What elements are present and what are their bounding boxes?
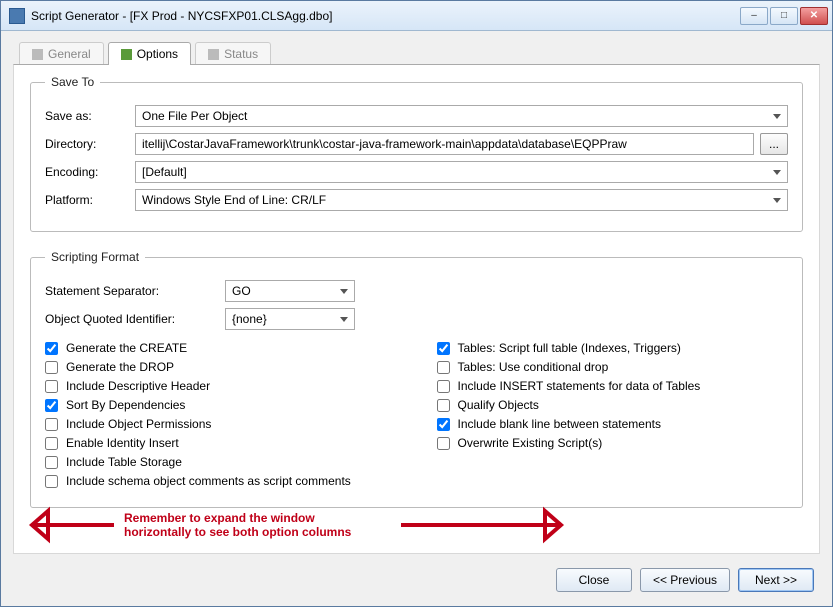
platform-combo[interactable]: Windows Style End of Line: CR/LF — [135, 189, 788, 211]
close-button[interactable]: Close — [556, 568, 632, 592]
chk-include-table-storage[interactable]: Include Table Storage — [45, 455, 397, 469]
chk-sort-by-deps-box[interactable] — [45, 399, 58, 412]
annotation-overlay: Remember to expand the window horizontal… — [14, 501, 819, 549]
chevron-down-icon — [773, 198, 781, 203]
chk-generate-create-box[interactable] — [45, 342, 58, 355]
window-title: Script Generator - [FX Prod - NYCSFXP01.… — [31, 9, 740, 23]
stmt-sep-label: Statement Separator: — [45, 284, 225, 298]
chk-tables-full[interactable]: Tables: Script full table (Indexes, Trig… — [437, 341, 789, 355]
chk-include-insert-stmts-box[interactable] — [437, 380, 450, 393]
obj-quoted-label: Object Quoted Identifier: — [45, 312, 225, 326]
window-buttons: – □ ✕ — [740, 7, 828, 25]
directory-label: Directory: — [45, 137, 135, 151]
chk-tables-cond-drop[interactable]: Tables: Use conditional drop — [437, 360, 789, 374]
chk-include-desc-header-box[interactable] — [45, 380, 58, 393]
chk-include-desc-header[interactable]: Include Descriptive Header — [45, 379, 397, 393]
stmt-sep-value: GO — [232, 284, 251, 298]
maximize-button[interactable]: □ — [770, 7, 798, 25]
tab-general-label: General — [48, 47, 91, 61]
tab-status[interactable]: Status — [195, 42, 271, 65]
save-to-group: Save To Save as: One File Per Object Dir… — [30, 75, 803, 232]
chevron-down-icon — [340, 317, 348, 322]
scripting-format-legend: Scripting Format — [45, 250, 145, 264]
encoding-value: [Default] — [142, 165, 187, 179]
stmt-sep-combo[interactable]: GO — [225, 280, 355, 302]
scripting-format-group: Scripting Format Statement Separator: GO… — [30, 250, 803, 508]
encoding-combo[interactable]: [Default] — [135, 161, 788, 183]
chk-overwrite-existing-box[interactable] — [437, 437, 450, 450]
chk-overwrite-existing[interactable]: Overwrite Existing Script(s) — [437, 436, 789, 450]
chk-sort-by-deps[interactable]: Sort By Dependencies — [45, 398, 397, 412]
chk-generate-drop-box[interactable] — [45, 361, 58, 374]
chk-tables-cond-drop-box[interactable] — [437, 361, 450, 374]
titlebar[interactable]: Script Generator - [FX Prod - NYCSFXP01.… — [1, 1, 832, 31]
browse-button[interactable]: ... — [760, 133, 788, 155]
platform-value: Windows Style End of Line: CR/LF — [142, 193, 326, 207]
tab-options-label: Options — [137, 47, 178, 61]
save-as-value: One File Per Object — [142, 109, 247, 123]
previous-button[interactable]: << Previous — [640, 568, 730, 592]
chevron-down-icon — [773, 170, 781, 175]
options-right-column: Tables: Script full table (Indexes, Trig… — [437, 336, 789, 493]
tab-general[interactable]: General — [19, 42, 104, 65]
button-bar: Close << Previous Next >> — [1, 562, 832, 606]
chk-tables-full-box[interactable] — [437, 342, 450, 355]
obj-quoted-value: {none} — [232, 312, 267, 326]
status-icon — [208, 49, 219, 60]
chk-include-table-storage-box[interactable] — [45, 456, 58, 469]
save-to-legend: Save To — [45, 75, 100, 89]
general-icon — [32, 49, 43, 60]
chk-include-schema-comments[interactable]: Include schema object comments as script… — [45, 474, 397, 488]
save-as-combo[interactable]: One File Per Object — [135, 105, 788, 127]
chk-include-obj-perms[interactable]: Include Object Permissions — [45, 417, 397, 431]
chk-include-schema-comments-box[interactable] — [45, 475, 58, 488]
save-as-label: Save as: — [45, 109, 135, 123]
next-button[interactable]: Next >> — [738, 568, 814, 592]
platform-label: Platform: — [45, 193, 135, 207]
app-window: Script Generator - [FX Prod - NYCSFXP01.… — [0, 0, 833, 607]
chevron-down-icon — [773, 114, 781, 119]
app-icon — [9, 8, 25, 24]
chk-include-blank-line-box[interactable] — [437, 418, 450, 431]
chk-qualify-objects[interactable]: Qualify Objects — [437, 398, 789, 412]
chevron-down-icon — [340, 289, 348, 294]
obj-quoted-combo[interactable]: {none} — [225, 308, 355, 330]
encoding-label: Encoding: — [45, 165, 135, 179]
chk-generate-create[interactable]: Generate the CREATE — [45, 341, 397, 355]
chk-include-obj-perms-box[interactable] — [45, 418, 58, 431]
arrow-left-icon — [14, 501, 124, 549]
minimize-button[interactable]: – — [740, 7, 768, 25]
chk-include-insert-stmts[interactable]: Include INSERT statements for data of Ta… — [437, 379, 789, 393]
options-left-column: Generate the CREATE Generate the DROP In… — [45, 336, 397, 493]
arrow-right-icon — [391, 501, 591, 549]
tab-options[interactable]: Options — [108, 42, 191, 65]
chk-enable-identity-insert-box[interactable] — [45, 437, 58, 450]
annotation-text: Remember to expand the window horizontal… — [124, 511, 351, 540]
tab-content: Save To Save as: One File Per Object Dir… — [13, 64, 820, 554]
directory-input[interactable]: itellij\CostarJavaFramework\trunk\costar… — [135, 133, 754, 155]
close-window-button[interactable]: ✕ — [800, 7, 828, 25]
tab-bar: General Options Status — [1, 31, 832, 64]
chk-generate-drop[interactable]: Generate the DROP — [45, 360, 397, 374]
options-icon — [121, 49, 132, 60]
chk-qualify-objects-box[interactable] — [437, 399, 450, 412]
directory-value: itellij\CostarJavaFramework\trunk\costar… — [142, 137, 627, 151]
chk-enable-identity-insert[interactable]: Enable Identity Insert — [45, 436, 397, 450]
chk-include-blank-line[interactable]: Include blank line between statements — [437, 417, 789, 431]
tab-status-label: Status — [224, 47, 258, 61]
browse-label: ... — [769, 137, 779, 151]
